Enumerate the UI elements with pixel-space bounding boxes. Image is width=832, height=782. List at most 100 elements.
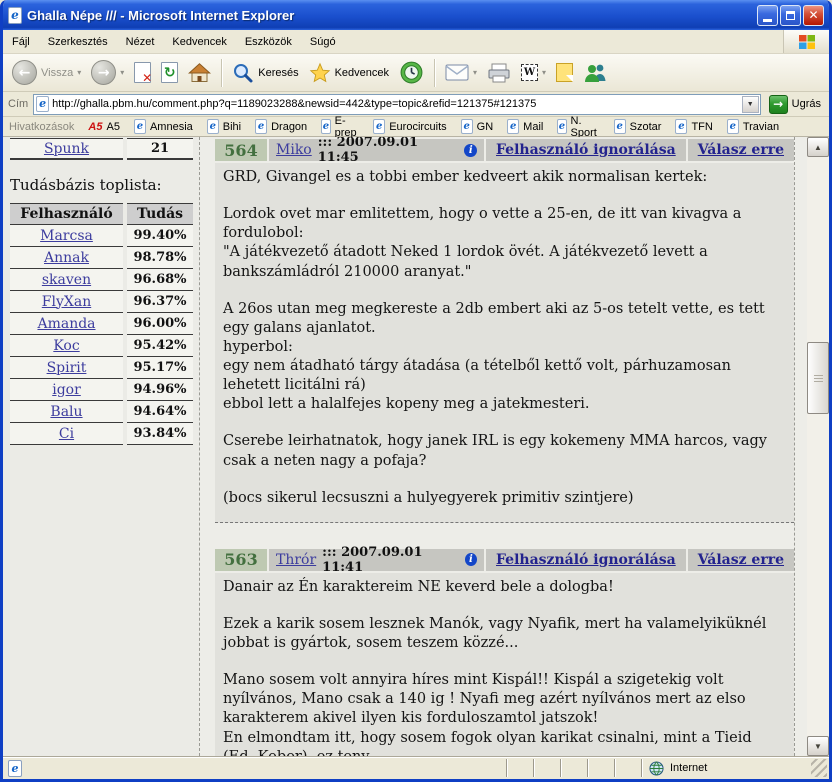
links-bar-link[interactable]: e GN [461,119,494,134]
status-pane [614,759,641,777]
toplist-user-link[interactable]: Amanda [37,316,95,332]
print-button[interactable] [483,61,515,85]
status-main-pane: e [8,759,506,777]
links-list: A5 A5 e Amnesia e Bihi e Dragon [88,115,779,139]
discuss-button[interactable] [552,61,577,84]
info-icon[interactable]: i [465,553,477,566]
scrollbar-track[interactable] [807,157,829,342]
ignore-user-link[interactable]: Felhasználó ignorálása [496,142,676,158]
favorites-button[interactable]: Kedvencek [305,60,393,86]
address-label: Cím [8,98,28,110]
toplist-user-link[interactable]: FlyXan [42,294,91,310]
links-bar-link[interactable]: e Mail [507,119,543,134]
links-bar-link[interactable]: e N. Sport [557,115,599,139]
link-page-icon: e [461,119,473,134]
reply-link[interactable]: Válasz erre [698,552,784,568]
post-body: GRD, Givangel es a tobbi ember kedveert … [215,163,794,523]
link-label: Eurocircuits [389,121,446,133]
go-arrow-icon: → [769,95,788,114]
toplist-user-link[interactable]: Koc [53,338,79,354]
toplist-score: 93.84% [133,426,186,441]
back-label: Vissza [41,67,73,79]
links-bar-link[interactable]: A5 A5 [88,121,120,133]
go-button[interactable]: → Ugrás [766,95,824,114]
minimize-button[interactable] [757,5,778,26]
forward-dropdown-icon[interactable]: ▾ [120,68,124,77]
post-author-link[interactable]: Miko [276,142,312,158]
post-author-link[interactable]: Thrór [276,552,316,568]
history-button[interactable] [395,58,428,87]
links-bar-link[interactable]: e Eurocircuits [373,119,446,134]
toplist-row: igor 94.96% [10,379,194,401]
toplist-score: 98.78% [133,250,186,265]
menu-item[interactable]: Nézet [117,36,164,48]
ignore-user-link[interactable]: Felhasználó ignorálása [496,552,676,568]
ie-page-icon: e [8,7,22,24]
mail-button[interactable]: ▾ [441,62,481,83]
links-bar-link[interactable]: e Travian [727,119,779,134]
toplist-user-link[interactable]: igor [52,382,81,398]
refresh-button[interactable]: ↻ [157,60,182,85]
link-page-icon: e [255,119,267,134]
address-field: e ▼ [33,94,760,115]
links-bar-link[interactable]: e TFN [675,119,712,134]
menu-item[interactable]: Súgó [301,36,345,48]
stop-button[interactable]: ✕ [130,60,155,85]
toplist-user-link[interactable]: skaven [42,272,91,288]
info-icon[interactable]: i [464,144,477,157]
link-label: TFN [691,121,712,133]
links-bar-link[interactable]: e Amnesia [134,119,193,134]
scroll-up-button[interactable]: ▲ [807,137,829,157]
toplist-user-link[interactable]: Annak [44,250,89,266]
links-bar-link[interactable]: e Szotar [614,119,662,134]
resize-grip[interactable] [811,759,827,777]
toplist-user-link[interactable]: Balu [50,404,82,420]
address-bar: Cím e ▼ → Ugrás [3,92,829,117]
mail-dropdown-icon[interactable]: ▾ [473,68,477,77]
messenger-button[interactable] [579,60,611,86]
post-header: 563 Thrór ::: 2007.09.01 11:41 i Felhasz… [215,549,794,571]
toplist-header-score: Tudás [127,203,193,225]
ignore-user-cell: Felhasználó ignorálása [486,139,686,161]
address-input[interactable] [52,98,740,110]
sidebar-user-link[interactable]: Spunk [44,141,89,157]
links-bar-link[interactable]: e E-prep [321,115,359,139]
links-bar: Hivatkozások A5 A5 e Amnesia e Bihi [3,117,829,137]
links-bar-link[interactable]: e Dragon [255,119,307,134]
forward-icon: → [91,60,116,85]
forward-button[interactable]: → ▾ [87,58,128,87]
status-pane [533,759,560,777]
address-dropdown-button[interactable]: ▼ [742,96,759,113]
go-label: Ugrás [792,98,821,110]
back-dropdown-icon[interactable]: ▾ [77,68,81,77]
menu-item[interactable]: Fájl [3,36,39,48]
link-page-icon: e [207,119,219,134]
reply-link[interactable]: Válasz erre [698,142,784,158]
status-bar: e Internet [3,756,829,779]
back-button[interactable]: ← Vissza ▾ [8,58,85,87]
link-label: GN [477,121,494,133]
scrollbar-thumb[interactable] [807,342,829,414]
menu-item[interactable]: Kedvencek [163,36,235,48]
menu-item[interactable]: Szerkesztés [39,36,117,48]
sidebar-top-row: Spunk 21 [10,138,194,160]
minimize-icon [763,19,772,22]
menu-item[interactable]: Eszközök [236,36,301,48]
toplist-user-link[interactable]: Marcsa [40,228,93,244]
toplist-score: 99.40% [133,228,186,243]
search-button[interactable]: Keresés [228,60,302,86]
toplist-user-link[interactable]: Ci [59,426,74,442]
scrollbar-track[interactable] [807,414,829,736]
toplist-score: 96.68% [133,272,186,287]
stop-icon: ✕ [134,62,151,83]
home-button[interactable] [184,61,215,85]
toplist-user-link[interactable]: Spirit [47,360,87,376]
menu-items: FájlSzerkesztésNézetKedvencekEszközökSúg… [3,30,783,53]
close-button[interactable]: ✕ [803,5,824,26]
maximize-button[interactable] [780,5,801,26]
edit-dropdown-icon[interactable]: ▾ [542,68,546,77]
vertical-scrollbar[interactable]: ▲ ▼ [807,137,829,756]
scroll-down-button[interactable]: ▼ [807,736,829,756]
edit-button[interactable]: W ▾ [517,62,550,83]
links-bar-link[interactable]: e Bihi [207,119,241,134]
